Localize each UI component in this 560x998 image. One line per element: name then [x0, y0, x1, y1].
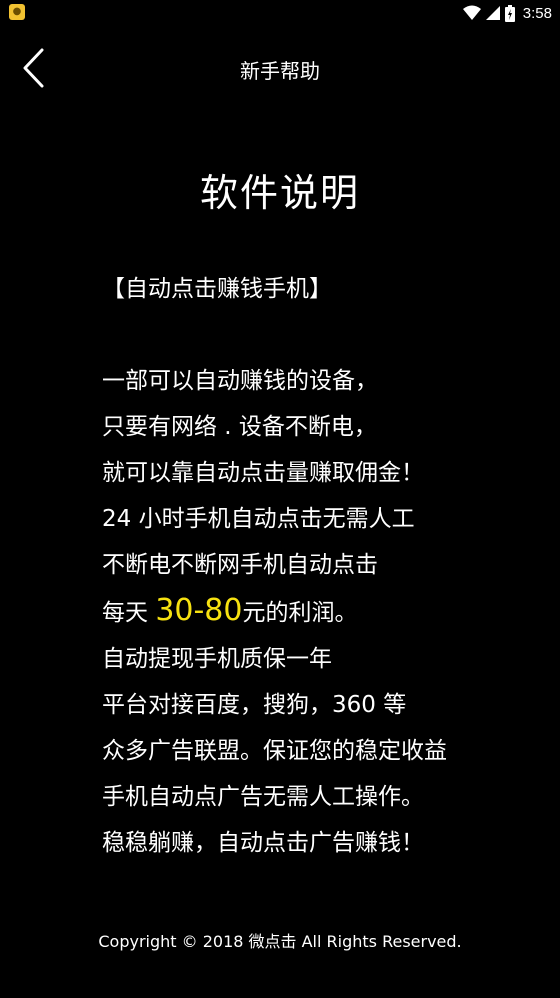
content-line: 就可以靠自动点击量赚取佣金！	[102, 460, 424, 486]
content-line: 平台对接百度，搜狗，360 等	[102, 692, 407, 718]
header-title: 新手帮助	[240, 59, 320, 83]
content-line: 自动提现手机质保一年	[102, 646, 332, 672]
copyright-text: Copyright © 2018 微点击 All Rights Reserved…	[98, 932, 462, 951]
content-line: 稳稳躺赚，自动点击广告赚钱！	[102, 830, 424, 856]
status-bar: ● 3:58	[0, 0, 560, 26]
profit-prefix: 每天	[102, 600, 156, 626]
battery-icon	[504, 4, 515, 22]
content-line: 24 小时手机自动点击无需人工	[102, 506, 415, 532]
profit-suffix: 元的利润。	[242, 600, 358, 626]
content-line: 众多广告联盟。保证您的稳定收益	[102, 738, 447, 764]
status-time: 3:58	[522, 4, 552, 22]
description-content: 【自动点击赚钱手机】 一部可以自动赚钱的设备， 只要有网络 . 设备不断电， 就…	[102, 266, 542, 866]
content-line: 不断电不断网手机自动点击	[102, 552, 378, 578]
profit-line: 每天 30-80元的利润。	[102, 588, 542, 636]
wifi-icon	[462, 5, 481, 20]
header: 新手帮助	[0, 38, 560, 98]
profit-highlight: 30-80	[155, 593, 243, 628]
content-line: 手机自动点广告无需人工操作。	[102, 784, 424, 810]
app-notification-icon: ●	[9, 4, 25, 20]
content-line: 只要有网络 . 设备不断电，	[102, 414, 377, 440]
page-title: 软件说明	[199, 171, 360, 215]
signal-icon	[485, 6, 500, 20]
status-icons: 3:58	[462, 3, 552, 23]
content-heading: 【自动点击赚钱手机】	[102, 276, 332, 302]
content-line: 一部可以自动赚钱的设备，	[102, 368, 378, 394]
